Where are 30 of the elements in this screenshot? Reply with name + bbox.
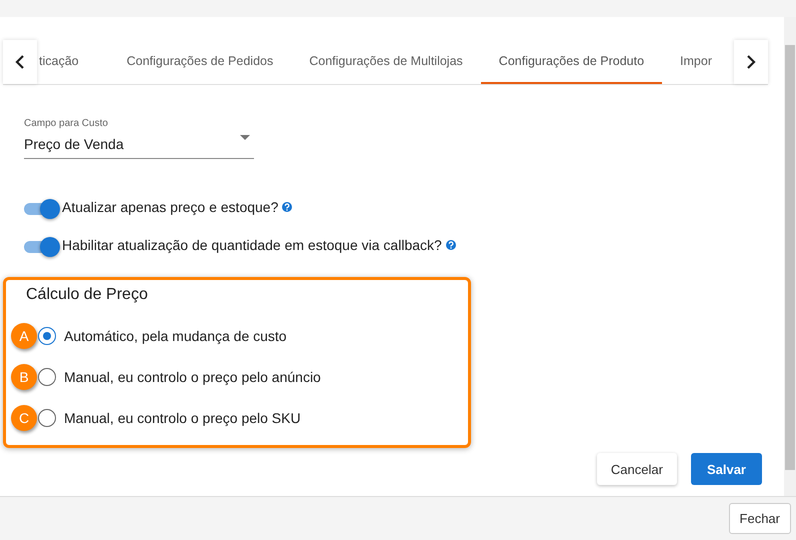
option-label: Automático, pela mudança de custo [64, 328, 287, 344]
option-label: Manual, eu controlo o preço pelo anúncio [64, 369, 321, 385]
chevron-left-icon [15, 55, 25, 69]
radio-button[interactable] [38, 327, 56, 345]
tab[interactable]: Configurações de Multilojas [291, 40, 481, 84]
help-icon [282, 202, 292, 212]
scroll-left-button[interactable] [3, 40, 37, 84]
caret-icon [240, 135, 250, 140]
tab[interactable]: ticação [37, 40, 97, 84]
cost-field-select[interactable]: Campo para Custo Preço de Venda [24, 118, 254, 159]
field-value: Preço de Venda [24, 136, 124, 152]
radio-button[interactable] [38, 368, 56, 386]
tab[interactable]: Impor [662, 40, 712, 84]
section-title: Cálculo de Preço [26, 286, 149, 304]
option-label: Manual, eu controlo o preço pelo SKU [64, 410, 301, 426]
field-label: Campo para Custo [24, 118, 109, 129]
chevron-right-icon [746, 55, 756, 69]
scroll-right-button[interactable] [734, 40, 768, 84]
tab[interactable]: Configurações de Produto [480, 40, 662, 84]
annotation-badge: C [11, 405, 37, 431]
toggle-label: Atualizar apenas preço e estoque? [62, 199, 278, 215]
cancel-button[interactable]: Cancelar [596, 453, 677, 485]
save-button[interactable]: Salvar [690, 453, 762, 485]
annotation-badge: B [11, 364, 37, 390]
toggle-label: Habilitar atualização de quantidade em estoque via callback? [62, 237, 442, 253]
tab[interactable]: Configurações de Pedidos [108, 40, 292, 84]
help-icon [446, 240, 456, 250]
annotation-badge: A [11, 323, 37, 349]
close-button[interactable]: Fechar [728, 503, 791, 534]
radio-button[interactable] [38, 409, 56, 427]
